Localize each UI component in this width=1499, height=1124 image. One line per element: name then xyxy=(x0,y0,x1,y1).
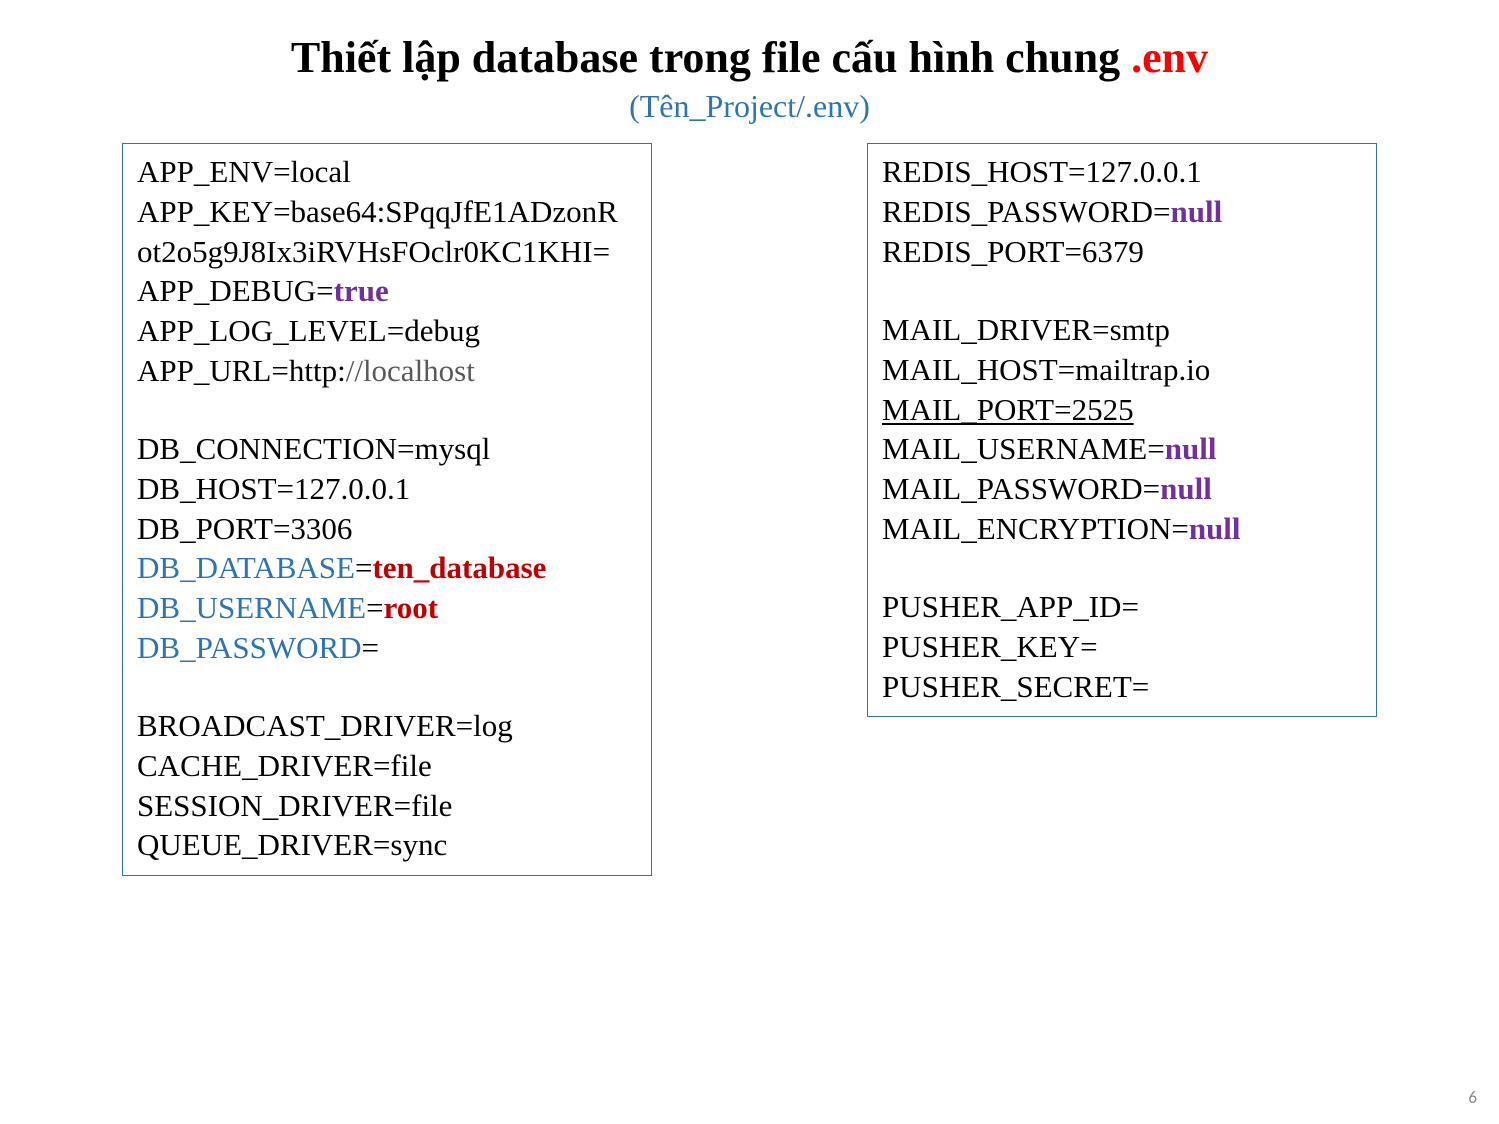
line-pusher-secret: PUSHER_SECRET= xyxy=(882,667,1362,707)
line-session: SESSION_DRIVER=file xyxy=(137,786,637,826)
db-database-eq: = xyxy=(355,550,372,585)
line-redis-port: REDIS_PORT=6379 xyxy=(882,232,1362,272)
db-password-key: DB_PASSWORD xyxy=(137,630,362,665)
title-block: Thiết lập database trong file cấu hình c… xyxy=(40,34,1459,125)
line-db-database: DB_DATABASE=ten_database xyxy=(137,548,637,588)
line-db-password: DB_PASSWORD= xyxy=(137,628,637,668)
slide-subtitle: (Tên_Project/.env) xyxy=(40,88,1459,125)
app-url-pre: APP_URL=http: xyxy=(137,353,346,388)
line-queue: QUEUE_DRIVER=sync xyxy=(137,825,637,865)
env-left-box: APP_ENV=local APP_KEY=base64:SPqqJfE1ADz… xyxy=(122,143,652,876)
gap xyxy=(137,667,637,706)
gap xyxy=(882,548,1362,587)
line-app-log: APP_LOG_LEVEL=debug xyxy=(137,311,637,351)
title-text: Thiết lập database trong file cấu hình c… xyxy=(291,33,1131,82)
slide-title: Thiết lập database trong file cấu hình c… xyxy=(40,34,1459,82)
line-pusher-app-id: PUSHER_APP_ID= xyxy=(882,587,1362,627)
line-mail-host: MAIL_HOST=mailtrap.io xyxy=(882,350,1362,390)
page-number: 6 xyxy=(1468,1087,1477,1108)
line-cache: CACHE_DRIVER=file xyxy=(137,746,637,786)
line-mail-driver: MAIL_DRIVER=smtp xyxy=(882,310,1362,350)
line-app-debug: APP_DEBUG=true xyxy=(137,271,637,311)
line-app-env: APP_ENV=local xyxy=(137,152,637,192)
db-username-key: DB_USERNAME xyxy=(137,590,366,625)
mail-pw-value: null xyxy=(1160,471,1212,506)
line-pusher-key: PUSHER_KEY= xyxy=(882,627,1362,667)
db-username-eq: = xyxy=(366,590,383,625)
mail-pw-key: MAIL_PASSWORD= xyxy=(882,471,1160,506)
app-debug-value: true xyxy=(334,273,389,308)
env-right-box: REDIS_HOST=127.0.0.1 REDIS_PASSWORD=null… xyxy=(867,143,1377,717)
mail-enc-key: MAIL_ENCRYPTION= xyxy=(882,511,1189,546)
line-app-url: APP_URL=http://localhost xyxy=(137,351,637,391)
line-redis-password: REDIS_PASSWORD=null xyxy=(882,192,1362,232)
app-debug-key: APP_DEBUG= xyxy=(137,273,334,308)
mail-enc-value: null xyxy=(1189,511,1241,546)
line-db-host: DB_HOST=127.0.0.1 xyxy=(137,469,637,509)
line-app-key-2: ot2o5g9J8Ix3iRVHsFOclr0KC1KHI= xyxy=(137,232,637,272)
db-database-value: ten_database xyxy=(372,550,546,585)
gap xyxy=(137,390,637,429)
line-db-port: DB_PORT=3306 xyxy=(137,509,637,549)
app-url-sep: // xyxy=(346,353,363,388)
line-mail-username: MAIL_USERNAME=null xyxy=(882,429,1362,469)
gap xyxy=(882,271,1362,310)
content-columns: APP_ENV=local APP_KEY=base64:SPqqJfE1ADz… xyxy=(40,143,1459,876)
slide: Thiết lập database trong file cấu hình c… xyxy=(0,0,1499,1124)
db-database-key: DB_DATABASE xyxy=(137,550,355,585)
line-mail-password: MAIL_PASSWORD=null xyxy=(882,469,1362,509)
title-env-suffix: .env xyxy=(1131,33,1208,82)
app-url-host: localhost xyxy=(363,353,475,388)
redis-pw-key: REDIS_PASSWORD= xyxy=(882,194,1171,229)
mail-user-value: null xyxy=(1165,431,1217,466)
redis-pw-value: null xyxy=(1171,194,1223,229)
line-redis-host: REDIS_HOST=127.0.0.1 xyxy=(882,152,1362,192)
line-mail-port: MAIL_PORT=2525 xyxy=(882,390,1362,430)
db-password-eq: = xyxy=(362,630,379,665)
mail-user-key: MAIL_USERNAME= xyxy=(882,431,1165,466)
line-db-connection: DB_CONNECTION=mysql xyxy=(137,429,637,469)
line-mail-encryption: MAIL_ENCRYPTION=null xyxy=(882,509,1362,549)
line-db-username: DB_USERNAME=root xyxy=(137,588,637,628)
line-app-key-1: APP_KEY=base64:SPqqJfE1ADzonR xyxy=(137,192,637,232)
line-broadcast: BROADCAST_DRIVER=log xyxy=(137,706,637,746)
db-username-value: root xyxy=(384,590,439,625)
